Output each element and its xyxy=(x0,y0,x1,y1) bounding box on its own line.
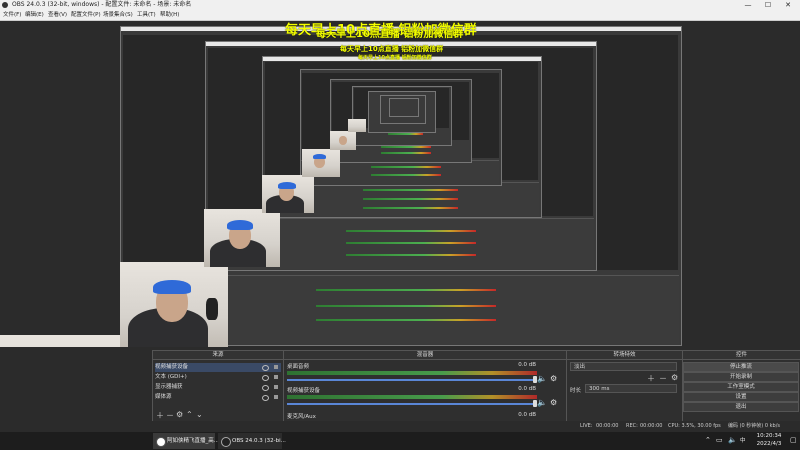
close-button[interactable]: ✕ xyxy=(778,0,798,10)
task-label: OBS 24.0.3 (32-bi... xyxy=(232,438,286,444)
source-label: 文本 (GDI+) xyxy=(155,374,187,380)
source-label: 媒体源 xyxy=(155,394,172,400)
visibility-eye-icon[interactable] xyxy=(262,385,269,391)
rec-time: 00:00:00 xyxy=(640,423,663,429)
source-item[interactable]: 文本 (GDI+) xyxy=(155,373,281,382)
nested-obs-window xyxy=(389,98,419,117)
network-icon[interactable]: ▭ xyxy=(716,436,723,444)
move-down-icon[interactable]: ⌄ xyxy=(196,410,203,419)
taskbar-task[interactable]: OBS 24.0.3 (32-bi... xyxy=(218,433,286,449)
ime-indicator[interactable]: 中 xyxy=(740,436,746,444)
mixer-channel-name: 桌面音频 xyxy=(287,364,310,370)
add-source-icon[interactable]: ＋ xyxy=(156,410,164,421)
stream-banner: 每天早上10点直播 铝粉加微信群 xyxy=(358,55,432,61)
tray-chevron-icon[interactable]: ⌃ xyxy=(705,436,711,444)
cpu-status: CPU: 3.5%, 30.00 fps xyxy=(668,423,721,429)
volume-icon[interactable]: 🔈 xyxy=(728,436,737,444)
menu-file[interactable]: 文件(F) xyxy=(3,10,21,20)
webcam-feed xyxy=(302,149,340,177)
transitions-panel: 淡出 ＋ － ⚙ 时长 300 ms xyxy=(566,359,683,423)
stream-banner: 每天早上10点直播 铝粉加微信群 xyxy=(340,45,444,53)
status-bar: LIVE: 00:00:00 REC: 00:00:00 CPU: 3.5%, … xyxy=(0,421,800,432)
menu-tools[interactable]: 工具(T) xyxy=(137,10,156,20)
source-item[interactable]: 视频捕获设备 xyxy=(155,363,281,372)
webcam-feed xyxy=(348,119,366,132)
menu-profile[interactable]: 配置文件(P) xyxy=(71,10,101,20)
window-title: OBS 24.0.3 (32-bit, windows) - 配置文件: 未命名… xyxy=(12,1,192,8)
live-label: LIVE: xyxy=(580,423,593,429)
volume-slider[interactable] xyxy=(287,403,537,405)
taskbar-task[interactable]: 阿如侠精飞直播_高... xyxy=(153,433,219,449)
audio-mixer-panel: 桌面音频 0.0 dB 🔈 ⚙ 视频捕获设备 0.0 dB 🔈 ⚙ 麦克风/Au… xyxy=(283,359,567,423)
clock-date[interactable]: 2022/4/3 xyxy=(752,441,786,447)
audio-meter xyxy=(287,371,537,375)
source-item[interactable]: 媒体源 xyxy=(155,393,281,402)
source-item[interactable]: 显示器捕获 xyxy=(155,383,281,392)
live-time: 00:00:00 xyxy=(596,423,619,429)
audio-meter xyxy=(287,395,537,399)
window-title-bar: OBS 24.0.3 (32-bit, windows) - 配置文件: 未命名… xyxy=(0,0,800,10)
visibility-eye-icon[interactable] xyxy=(262,375,269,381)
lock-icon[interactable] xyxy=(274,395,278,399)
speaker-icon[interactable]: 🔈 xyxy=(537,374,547,383)
mixer-gear-icon[interactable]: ⚙ xyxy=(550,374,557,383)
visibility-eye-icon[interactable] xyxy=(262,365,269,371)
sources-panel: 视频捕获设备 文本 (GDI+) 显示器捕获 媒体源 ＋ － ⚙ ⌃ ⌄ xyxy=(152,359,284,423)
webcam-feed xyxy=(262,175,314,213)
move-up-icon[interactable]: ⌃ xyxy=(186,410,193,419)
mixer-gear-icon[interactable]: ⚙ xyxy=(550,398,557,407)
mixer-channel-name: 视频捕获设备 xyxy=(287,388,321,394)
settings-button[interactable]: 设置 xyxy=(683,392,799,402)
mixer-channel-db: 0.0 dB xyxy=(518,362,536,368)
start-recording-button[interactable]: 开始录制 xyxy=(683,372,799,382)
transition-gear-icon[interactable]: ⚙ xyxy=(671,373,678,382)
menu-view[interactable]: 查看(V) xyxy=(48,10,67,20)
transition-select[interactable]: 淡出 xyxy=(570,362,677,371)
add-transition-icon[interactable]: ＋ xyxy=(647,373,655,384)
webcam-feed xyxy=(120,262,228,347)
stream-banner: 每天早上10点直播 铝粉加微信群 xyxy=(316,29,464,40)
rec-label: REC: xyxy=(626,423,638,429)
clock-time[interactable]: 10:20:34 xyxy=(752,433,786,439)
maximize-button[interactable]: ☐ xyxy=(758,0,778,10)
lock-icon[interactable] xyxy=(274,365,278,369)
webcam-feed xyxy=(204,209,280,267)
obs-logo-icon xyxy=(2,2,8,8)
obs-icon xyxy=(221,437,231,447)
menu-bar: 文件(F) 编辑(E) 查看(V) 配置文件(P) 场景集合(S) 工具(T) … xyxy=(0,10,800,21)
remove-transition-icon[interactable]: － xyxy=(659,373,667,384)
visibility-eye-icon[interactable] xyxy=(262,395,269,401)
studio-mode-button[interactable]: 工作室模式 xyxy=(683,382,799,392)
mixer-channel-name: 麦克风/Aux xyxy=(287,414,316,420)
duration-input[interactable]: 300 ms xyxy=(585,384,677,393)
notification-icon[interactable]: ▢ xyxy=(790,436,797,444)
duration-label: 时长 xyxy=(570,388,582,394)
minimize-button[interactable]: — xyxy=(738,0,758,10)
remove-source-icon[interactable]: － xyxy=(166,410,174,421)
webcam-feed xyxy=(330,131,356,150)
task-label: 阿如侠精飞直播_高... xyxy=(167,438,219,444)
stop-streaming-button[interactable]: 停止推流 xyxy=(683,362,799,372)
menu-help[interactable]: 帮助(H) xyxy=(160,10,179,20)
speaker-icon[interactable]: 🔈 xyxy=(537,398,547,407)
taskbar: 阿如侠精飞直播_高... OBS 24.0.3 (32-bi... ⌃ ▭ 🔈 … xyxy=(0,432,800,450)
lock-icon[interactable] xyxy=(274,385,278,389)
mixer-channel-db: 0.0 dB xyxy=(518,386,536,392)
kbps-status: 编码 (0 秒钟帧) 0 kb/s xyxy=(728,423,780,429)
menu-edit[interactable]: 编辑(E) xyxy=(25,10,44,20)
source-properties-gear-icon[interactable]: ⚙ xyxy=(176,410,183,419)
exit-button[interactable]: 退出 xyxy=(683,402,799,412)
source-label: 显示器捕获 xyxy=(155,384,183,390)
menu-scene-collection[interactable]: 场景集合(S) xyxy=(103,10,133,20)
source-label: 视频捕获设备 xyxy=(155,364,189,370)
preview-canvas[interactable]: 每天早上10点直播 铝粉加微信群 每天早上10点直播 铝粉加微信群 每天早上10… xyxy=(0,21,800,347)
mixer-channel-db: 0.0 dB xyxy=(518,412,536,418)
lock-icon[interactable] xyxy=(274,375,278,379)
app-icon xyxy=(156,437,166,447)
volume-slider[interactable] xyxy=(287,379,537,381)
